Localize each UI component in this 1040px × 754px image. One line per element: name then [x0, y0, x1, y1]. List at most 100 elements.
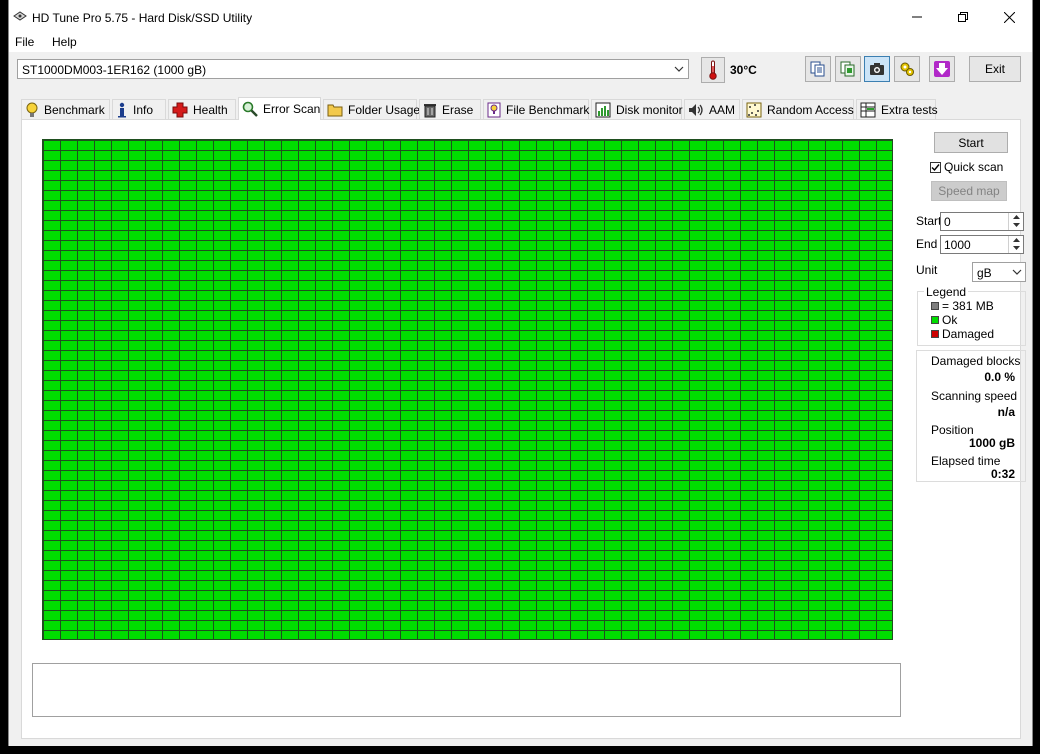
window-title: HD Tune Pro 5.75 - Hard Disk/SSD Utility: [32, 11, 253, 25]
close-button[interactable]: [986, 0, 1032, 34]
checkmark-icon: [931, 163, 940, 171]
start-position-value: 0: [944, 215, 951, 229]
scanning-speed-value: n/a: [997, 405, 1015, 419]
folder-icon: [327, 104, 343, 116]
info-icon: [118, 102, 126, 117]
error-scan-panel: Start Quick scan Speed map Start 0 End 1…: [21, 119, 1026, 739]
tab-erase[interactable]: Erase: [419, 99, 481, 119]
tab-error-scan[interactable]: Error Scan: [238, 97, 321, 120]
restore-icon: [958, 12, 968, 22]
tab-label: File Benchmark: [506, 102, 590, 117]
download-arrow-icon: [934, 61, 950, 77]
scan-log-box: [32, 663, 901, 717]
copy-info-icon: [840, 61, 855, 77]
tab-aam[interactable]: AAM: [684, 99, 740, 119]
drive-select[interactable]: ST1000DM003-1ER162 (1000 gB): [17, 59, 689, 79]
spin-up-arrow-icon[interactable]: [1009, 213, 1023, 221]
title-bar: HD Tune Pro 5.75 - Hard Disk/SSD Utility: [9, 0, 1032, 34]
tab-disk-monitor[interactable]: Disk monitor: [591, 99, 683, 119]
unit-label: Unit: [916, 263, 938, 277]
file-benchmark-icon: [487, 102, 501, 117]
spin-down-arrow-icon[interactable]: [1009, 244, 1023, 252]
health-cross-icon: [172, 102, 188, 117]
copy-info-button[interactable]: [835, 56, 861, 82]
position-label: Position: [931, 423, 974, 437]
extra-tests-icon: [860, 102, 876, 117]
legend-block-size: = 381 MB: [931, 299, 994, 313]
end-position-value: 1000: [944, 238, 971, 252]
tab-extra-tests[interactable]: Extra tests: [856, 99, 938, 119]
legend-ok-text: Ok: [942, 313, 958, 327]
elapsed-time-label: Elapsed time: [931, 454, 1001, 468]
tab-label: Info: [133, 102, 154, 117]
disk-monitor-icon: [595, 102, 611, 117]
minimize-icon: [912, 16, 922, 18]
thermometer-icon: [709, 60, 717, 80]
exit-button[interactable]: Exit: [969, 56, 1021, 82]
copy-text-button[interactable]: [805, 56, 831, 82]
end-field-label: End: [916, 237, 938, 251]
speed-map-button[interactable]: Speed map: [931, 181, 1007, 201]
unit-value: gB: [977, 266, 992, 280]
position-value: 1000 gB: [968, 436, 1015, 450]
close-icon: [1003, 11, 1015, 23]
start-position-spinner[interactable]: 0: [940, 212, 1024, 231]
drive-select-value: ST1000DM003-1ER162 (1000 gB): [22, 63, 207, 77]
lightbulb-icon: [26, 102, 38, 117]
checkbox-box[interactable]: [930, 161, 941, 173]
save-button[interactable]: [929, 56, 955, 82]
options-icon: [900, 62, 914, 76]
tab-label: Disk monitor: [616, 102, 683, 117]
red-swatch: [931, 330, 939, 338]
legend-group: Legend = 381 MB Ok Damaged: [917, 285, 1026, 346]
start-field-label: Start: [916, 214, 942, 228]
spin-up-arrow-icon[interactable]: [1009, 236, 1023, 244]
chevron-down-icon: [1012, 269, 1022, 275]
start-scan-button[interactable]: Start: [934, 132, 1008, 153]
tab-random-access[interactable]: Random Access: [742, 99, 854, 119]
unit-select[interactable]: gB: [972, 262, 1026, 282]
spinner-buttons: [1008, 236, 1023, 253]
damaged-blocks-value: 0.0 %: [984, 370, 1015, 384]
maximize-button[interactable]: [940, 0, 986, 34]
gray-swatch: [931, 302, 939, 310]
menu-bar: File Help: [9, 34, 1032, 52]
menu-help[interactable]: Help: [52, 35, 77, 49]
tab-label: Folder Usage: [348, 102, 421, 117]
screenshot-button[interactable]: [864, 56, 890, 82]
app-window: HD Tune Pro 5.75 - Hard Disk/SSD Utility…: [8, 0, 1033, 746]
camera-icon: [870, 63, 884, 75]
error-scan-block-map: [42, 139, 893, 640]
tab-folder-usage[interactable]: Folder Usage: [323, 99, 421, 119]
scanning-speed-label: Scanning speed: [931, 389, 1018, 403]
tab-label: Extra tests: [881, 102, 938, 117]
tab-label: Erase: [442, 102, 474, 117]
legend-ok: Ok: [931, 313, 957, 327]
chevron-down-icon: [674, 66, 684, 72]
tab-benchmark[interactable]: Benchmark: [21, 99, 110, 119]
tab-label: AAM: [709, 102, 736, 117]
minimize-button[interactable]: [894, 0, 940, 34]
hd-tune-app-icon: [13, 11, 27, 21]
tab-bar: Benchmark Info Health Error Scan Folder …: [21, 97, 1032, 120]
quick-scan-checkbox[interactable]: Quick scan: [930, 160, 1003, 174]
copy-text-icon: [810, 61, 825, 77]
tab-health[interactable]: Health: [168, 99, 236, 119]
temperature-button[interactable]: [701, 57, 725, 83]
tab-file-benchmark[interactable]: File Benchmark: [483, 99, 589, 119]
spinner-buttons: [1008, 213, 1023, 230]
end-position-spinner[interactable]: 1000: [940, 235, 1024, 254]
tab-label: Random Access: [767, 102, 854, 117]
spin-down-arrow-icon[interactable]: [1009, 221, 1023, 229]
legend-damaged: Damaged: [931, 327, 994, 341]
options-button[interactable]: [894, 56, 920, 82]
menu-file[interactable]: File: [15, 35, 34, 49]
tab-label: Health: [193, 102, 228, 117]
toolbar: ST1000DM003-1ER162 (1000 gB) 30°C Exit: [9, 52, 1032, 94]
tab-label: Error Scan: [263, 102, 321, 116]
quick-scan-label: Quick scan: [944, 160, 1004, 174]
tab-info[interactable]: Info: [112, 99, 166, 119]
legend-damaged-text: Damaged: [942, 327, 995, 341]
temperature-value: 30°C: [730, 63, 757, 77]
green-swatch: [931, 316, 939, 324]
